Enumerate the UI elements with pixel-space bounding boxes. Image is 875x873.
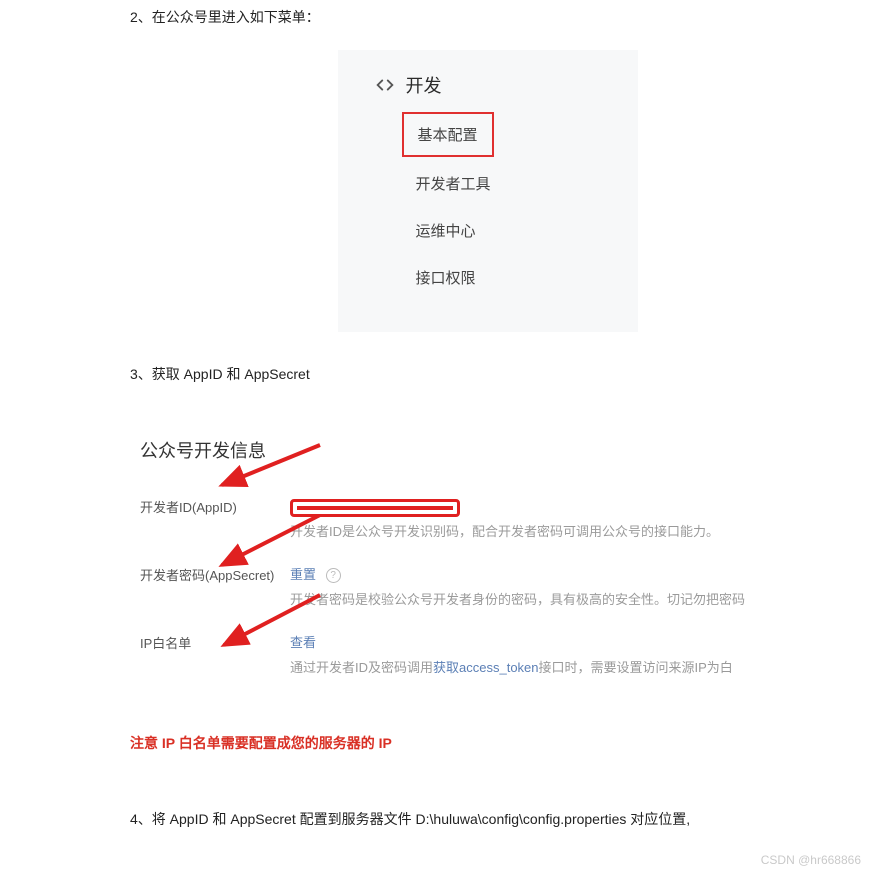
- reset-link[interactable]: 重置: [290, 567, 316, 582]
- appsecret-desc: 开发者密码是校验公众号开发者身份的密码，具有极高的安全性。切记勿把密码: [290, 588, 845, 613]
- label-appsecret: 开发者密码(AppSecret): [140, 563, 290, 584]
- menu-item-dev-tools[interactable]: 开发者工具: [402, 163, 505, 204]
- ip-desc-link[interactable]: 获取access_token: [433, 660, 539, 675]
- label-appid: 开发者ID(AppID): [140, 495, 290, 516]
- watermark: CSDN @hr668866: [761, 853, 861, 867]
- menu-item-api-permission[interactable]: 接口权限: [402, 257, 490, 298]
- ip-warning: 注意 IP 白名单需要配置成您的服务器的 IP: [130, 733, 845, 753]
- step-3-text: 3、获取 AppID 和 AppSecret: [130, 362, 845, 387]
- view-link[interactable]: 查看: [290, 635, 316, 650]
- ip-desc-pre: 通过开发者ID及密码调用: [290, 660, 433, 675]
- row-ip-whitelist: IP白名单 查看 通过开发者ID及密码调用获取access_token接口时，需…: [140, 631, 845, 683]
- menu-header: 开发: [374, 72, 602, 98]
- row-appid: 开发者ID(AppID) 开发者ID是公众号开发识别码，配合开发者密码可调用公众…: [140, 495, 845, 547]
- step-4-text: 4、将 AppID 和 AppSecret 配置到服务器文件 D:\huluwa…: [130, 803, 845, 837]
- dev-menu-figure: 开发 基本配置 开发者工具 运维中心 接口权限: [338, 50, 638, 332]
- dev-info-panel: 公众号开发信息 开发者ID(AppID) 开发者ID是公众号开发识别码，配合开发…: [130, 407, 845, 709]
- ip-desc-post: 接口时，需要设置访问来源IP为白: [539, 660, 733, 675]
- appid-value-redacted: [290, 499, 460, 517]
- code-icon: [374, 74, 396, 96]
- ip-desc: 通过开发者ID及密码调用获取access_token接口时，需要设置访问来源IP…: [290, 656, 845, 681]
- appid-desc: 开发者ID是公众号开发识别码，配合开发者密码可调用公众号的接口能力。: [290, 520, 845, 545]
- step-2-text: 2、在公众号里进入如下菜单：: [130, 5, 845, 30]
- row-appsecret: 开发者密码(AppSecret) 重置 ? 开发者密码是校验公众号开发者身份的密…: [140, 563, 845, 615]
- menu-items: 基本配置 开发者工具 运维中心 接口权限: [374, 112, 602, 298]
- dev-info-title: 公众号开发信息: [140, 437, 845, 463]
- menu-item-basic-config[interactable]: 基本配置: [402, 112, 494, 157]
- menu-item-ops-center[interactable]: 运维中心: [402, 210, 490, 251]
- menu-section-title: 开发: [406, 72, 442, 98]
- label-ip-whitelist: IP白名单: [140, 631, 290, 652]
- help-icon[interactable]: ?: [326, 568, 341, 583]
